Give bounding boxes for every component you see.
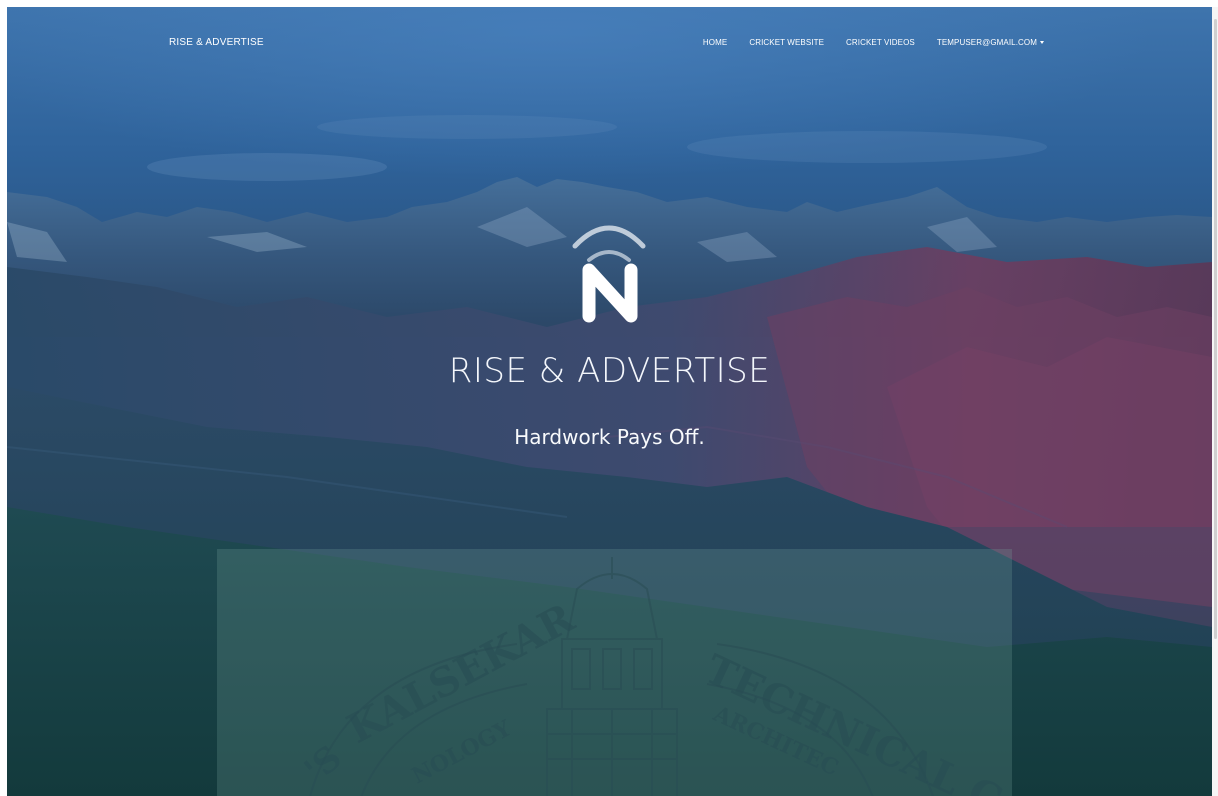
- caret-down-icon: [1040, 41, 1044, 44]
- hero-title: RISE & ADVERTISE: [448, 351, 771, 391]
- seal-text-lower-left: NOLOGY: [408, 715, 516, 789]
- hero-subtitle: Hardwork Pays Off.: [514, 425, 705, 449]
- nav-home[interactable]: HOME: [703, 38, 727, 47]
- brand-link[interactable]: RISE & ADVERTISE: [169, 37, 264, 48]
- college-seal-panel: 'S KALSEKAR TECHNICAL C NOLOGY ARCHITEC: [217, 549, 1012, 796]
- browser-viewport: 'S KALSEKAR TECHNICAL C NOLOGY ARCHITEC …: [7, 7, 1212, 796]
- nav-user-dropdown[interactable]: TEMPUSER@GMAIL.COM: [937, 38, 1044, 47]
- nav-menu: HOME CRICKET WEBSITE CRICKET VIDEOS TEMP…: [703, 38, 1044, 47]
- nav-cricket-website[interactable]: CRICKET WEBSITE: [749, 38, 824, 47]
- n-signal-logo-icon: [572, 225, 646, 323]
- nav-cricket-videos[interactable]: CRICKET VIDEOS: [846, 38, 915, 47]
- page-scrollbar[interactable]: [1212, 7, 1218, 796]
- seal-text-prefix: 'S: [297, 738, 349, 791]
- top-navbar: RISE & ADVERTISE HOME CRICKET WEBSITE CR…: [7, 7, 1212, 81]
- scrollbar-thumb[interactable]: [1214, 19, 1217, 639]
- college-seal-icon: 'S KALSEKAR TECHNICAL C NOLOGY ARCHITEC: [297, 557, 1009, 796]
- user-email-label: TEMPUSER@GMAIL.COM: [936, 38, 1037, 47]
- seal-text-left: KALSEKAR: [340, 594, 583, 753]
